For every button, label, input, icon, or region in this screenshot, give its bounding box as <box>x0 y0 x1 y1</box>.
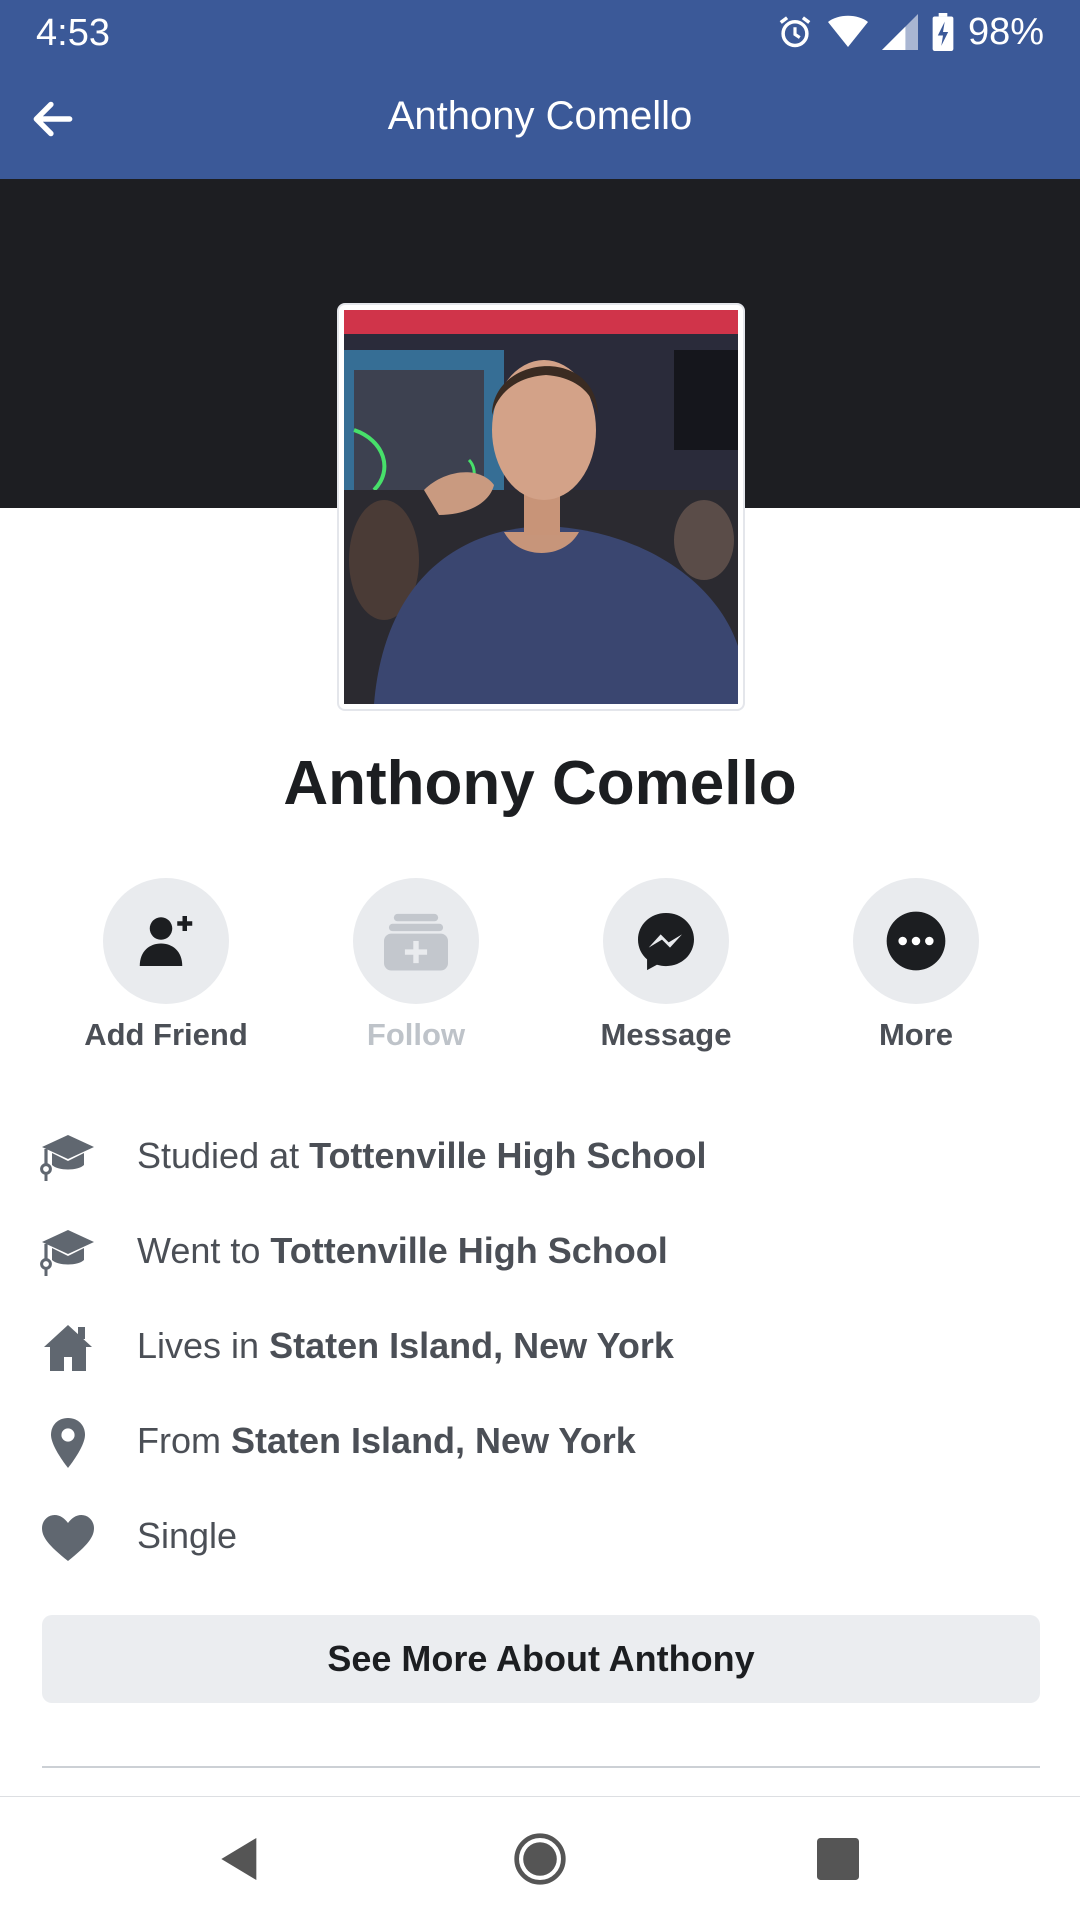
message-circle <box>603 878 729 1004</box>
profile-picture[interactable] <box>339 305 743 709</box>
signal-icon <box>881 14 918 50</box>
follow-button[interactable]: Follow <box>291 878 541 1053</box>
heart-icon <box>42 1515 94 1561</box>
graduation-cap-icon <box>40 1135 94 1181</box>
detail-lives-in: Lives in Staten Island, New York <box>0 1317 1080 1377</box>
status-time: 4:53 <box>36 12 110 54</box>
detail-text: Went to Tottenville High School <box>137 1230 668 1271</box>
detail-relationship: Single <box>0 1507 1080 1567</box>
add-friend-label: Add Friend <box>84 1017 248 1052</box>
battery-charging-icon <box>932 13 954 51</box>
add-friend-circle <box>103 878 229 1004</box>
follow-label: Follow <box>366 1017 466 1052</box>
detail-text: Lives in Staten Island, New York <box>137 1325 674 1366</box>
add-friend-icon <box>139 916 193 966</box>
wifi-icon <box>827 15 868 47</box>
detail-studied-at: Studied at Tottenville High School <box>0 1127 1080 1187</box>
page-title: Anthony Comello <box>387 94 693 138</box>
add-friend-button[interactable]: Add Friend <box>41 878 291 1053</box>
messenger-icon <box>638 913 694 971</box>
battery-percentage: 98% <box>967 10 1044 53</box>
detail-went-to: Went to Tottenville High School <box>0 1222 1080 1282</box>
nav-recents-icon[interactable] <box>810 1831 866 1887</box>
detail-text: Studied at Tottenville High School <box>137 1135 707 1176</box>
more-button[interactable]: More <box>791 878 1041 1053</box>
status-icons: 98% <box>776 10 1044 54</box>
home-icon <box>44 1325 92 1371</box>
app-bar: Anthony Comello <box>0 64 1080 179</box>
profile-photo-image <box>344 310 738 704</box>
nav-back-icon[interactable] <box>212 1831 268 1887</box>
system-navigation-bar <box>0 1796 1080 1921</box>
profile-name: Anthony Comello <box>283 749 797 818</box>
more-options-icon <box>886 911 946 971</box>
follow-icon <box>384 913 448 971</box>
message-button[interactable]: Message <box>541 878 791 1053</box>
alarm-icon <box>779 16 811 48</box>
more-label: More <box>878 1017 954 1052</box>
status-bar: 4:53 98% <box>0 0 1080 64</box>
nav-home-icon[interactable] <box>512 1831 568 1887</box>
graduation-cap-icon <box>40 1230 94 1276</box>
detail-text: Single <box>137 1515 238 1556</box>
message-label: Message <box>600 1017 732 1052</box>
follow-circle <box>353 878 479 1004</box>
section-divider <box>42 1766 1040 1768</box>
see-more-about-button[interactable]: See More About Anthony <box>42 1615 1040 1703</box>
detail-from: From Staten Island, New York <box>0 1412 1080 1472</box>
location-pin-icon <box>51 1418 85 1468</box>
more-circle <box>853 878 979 1004</box>
detail-text: From Staten Island, New York <box>137 1420 636 1461</box>
